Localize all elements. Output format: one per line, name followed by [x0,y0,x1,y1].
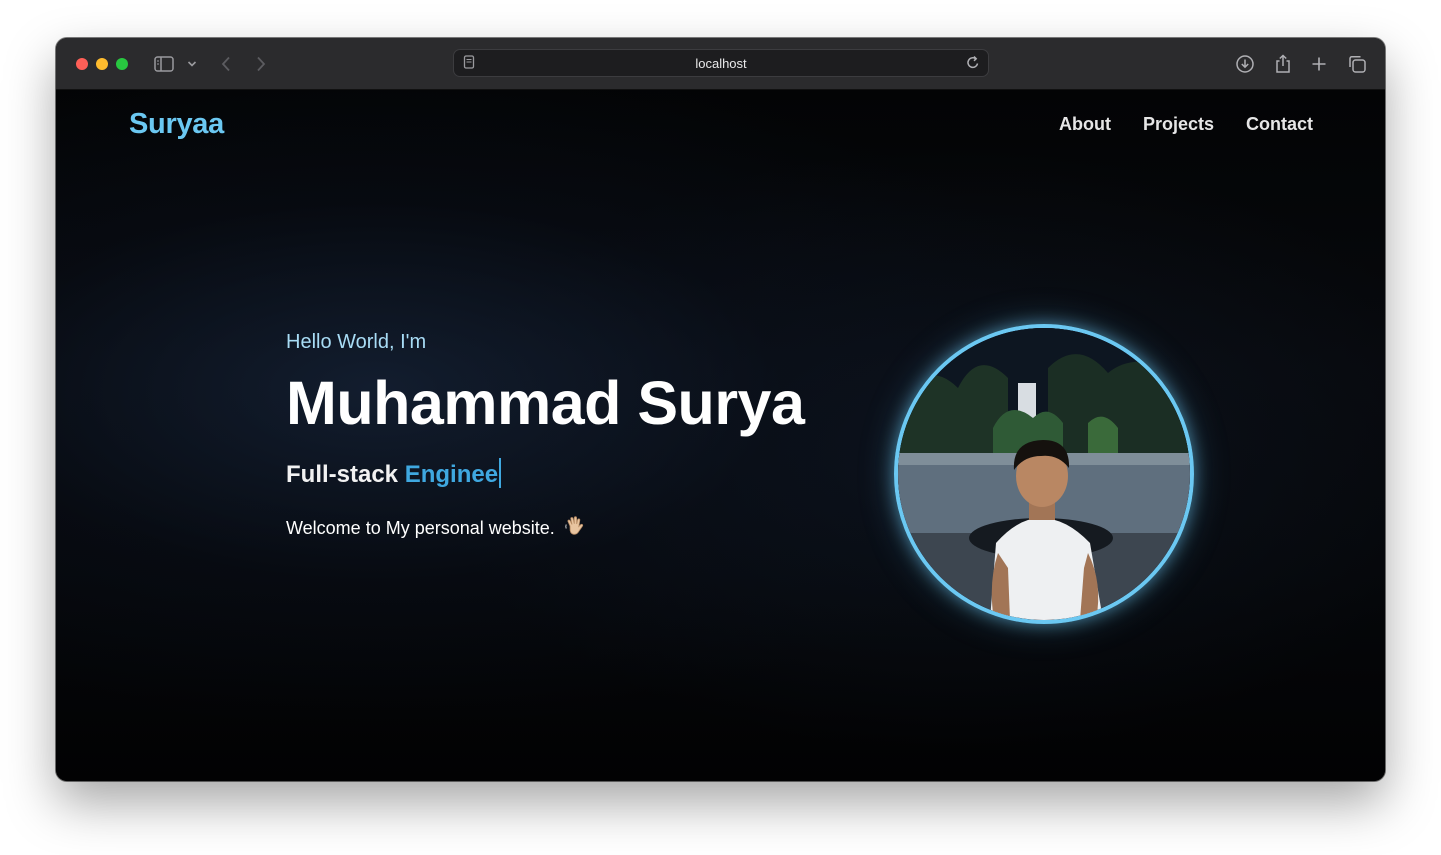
profile-photo [894,324,1194,624]
zoom-window-button[interactable] [116,58,128,70]
browser-toolbar: localhost [56,38,1385,90]
typing-cursor [499,458,502,488]
close-window-button[interactable] [76,58,88,70]
back-icon[interactable] [216,52,236,76]
forward-icon[interactable] [251,52,271,76]
hero-welcome: Welcome to My personal website. [286,515,586,542]
address-bar[interactable]: localhost [453,49,989,77]
nav-link-projects[interactable]: Projects [1143,114,1214,135]
role-typed: Enginee [404,461,499,488]
page-icon [463,55,475,75]
reload-icon[interactable] [966,55,980,75]
hero-greeting: Hello World, I'm [286,331,427,353]
download-icon[interactable] [1234,52,1256,76]
page-content: Suryaa About Projects Contact Hello Worl… [56,90,1385,781]
nav-link-about[interactable]: About [1059,114,1111,135]
welcome-text: Welcome to My personal website. [286,518,555,538]
waving-hand-icon [564,515,586,542]
tabs-icon[interactable] [1346,52,1368,76]
role-prefix: Full-stack [286,461,399,488]
main-nav: About Projects Contact [1059,114,1313,135]
browser-window: localhost Suryaa About Projects Contact … [56,38,1385,781]
site-logo[interactable]: Suryaa [129,108,224,141]
sidebar-icon[interactable] [152,52,176,76]
hero-role: Full-stack Enginee [286,458,502,489]
hero-name: Muhammad Surya [286,369,805,437]
url-text: localhost [695,55,747,71]
minimize-window-button[interactable] [96,58,108,70]
chevron-down-icon[interactable] [184,52,200,76]
nav-link-contact[interactable]: Contact [1246,114,1313,135]
plus-icon[interactable] [1308,52,1330,76]
share-icon[interactable] [1272,52,1294,76]
